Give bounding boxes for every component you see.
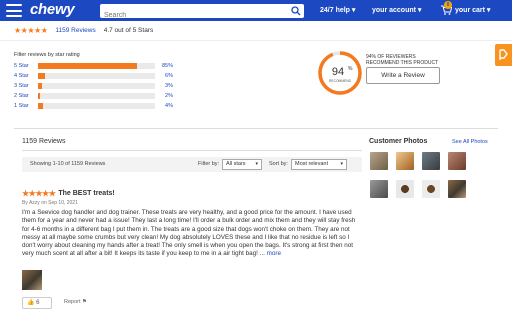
feedback-tab[interactable] <box>495 44 512 66</box>
showing-count: Showing 1-10 of 1159 Reviews <box>30 161 106 167</box>
star-filter-label[interactable]: 3 Star <box>14 83 38 89</box>
recommend-percent: 94 <box>332 66 344 78</box>
customer-photo[interactable] <box>396 180 414 198</box>
top-nav-bar: chewy 24/7 help ▾ your account ▾ 0 your … <box>0 0 512 23</box>
star-filter-bar[interactable] <box>38 93 155 99</box>
customer-photo[interactable] <box>422 152 440 170</box>
star-filter-percent: 2% <box>165 93 173 99</box>
star-filter-row[interactable]: 1 Star 4% <box>14 102 174 110</box>
chewy-logo[interactable]: chewy <box>30 1 75 18</box>
reviews-count-link[interactable]: 1159 Reviews <box>55 27 95 34</box>
recommend-label: RECOMMEND <box>329 79 352 83</box>
rating-stars: ★★★★★ <box>14 26 48 35</box>
recommend-text: 94% OF REVIEWERS RECOMMEND THIS PRODUCT <box>366 54 438 66</box>
flag-icon: ⚑ <box>82 299 87 305</box>
read-more-link[interactable]: more <box>267 250 281 257</box>
cart-link[interactable]: your cart ▾ <box>455 6 490 14</box>
customer-photo[interactable] <box>448 180 466 198</box>
review-text: I'm a Seevice dog handler and dog traine… <box>22 209 356 258</box>
star-filter-percent: 6% <box>165 73 173 79</box>
section-divider <box>14 128 498 129</box>
recommend-percent-sign: % <box>348 66 353 72</box>
filter-by-select[interactable]: All stars ▾ <box>222 159 262 170</box>
customer-photo[interactable] <box>396 152 414 170</box>
sort-by-select[interactable]: Most relevant ▾ <box>291 159 347 170</box>
star-filter-label[interactable]: 4 Star <box>14 73 38 79</box>
star-filter-bar[interactable] <box>38 83 155 89</box>
star-filter-percent: 3% <box>165 83 173 89</box>
review-byline: By Azzy on Sep 10, 2021 <box>22 200 78 206</box>
star-filter-label[interactable]: 2 Star <box>14 93 38 99</box>
reviews-divider <box>22 150 362 151</box>
recommend-line-2: RECOMMEND THIS PRODUCT <box>366 60 439 66</box>
rating-text: 4.7 out of 5 Stars <box>103 27 154 34</box>
feedback-icon <box>499 49 508 60</box>
search-icon[interactable] <box>291 6 301 16</box>
filter-by-value: All stars <box>226 161 246 167</box>
star-filter-row[interactable]: 2 Star 2% <box>14 92 174 100</box>
divider <box>0 40 512 41</box>
see-all-photos-link[interactable]: See All Photos <box>452 139 488 145</box>
sort-by-value: Most relevant <box>295 161 329 167</box>
star-filter-percent: 85% <box>161 63 173 69</box>
star-filter-label[interactable]: 1 Star <box>14 103 38 109</box>
review-stars: ★★★★★ <box>22 189 56 198</box>
filter-heading: Filter reviews by star rating <box>14 52 80 58</box>
filter-by-label: Filter by: <box>198 161 220 167</box>
star-filter-bar[interactable] <box>38 103 155 109</box>
review-title-row: ★★★★★ The BEST treats! <box>22 189 115 198</box>
reviews-heading: 1159 Reviews <box>22 138 66 145</box>
review-body: I'm a Seevice dog handler and dog traine… <box>22 209 360 259</box>
star-filter-row[interactable]: 4 Star 6% <box>14 72 174 80</box>
customer-photo[interactable] <box>422 180 440 198</box>
star-filter-fill <box>38 83 42 89</box>
star-filter-row[interactable]: 5 Star 85% <box>14 62 174 70</box>
star-filter-fill <box>38 93 41 99</box>
help-link[interactable]: 24/7 help ▾ <box>320 6 355 14</box>
report-link[interactable]: Report ⚑ <box>64 299 87 305</box>
sort-by-label: Sort by: <box>269 161 288 167</box>
chevron-down-icon: ▾ <box>255 161 258 167</box>
star-filter-row[interactable]: 3 Star 3% <box>14 82 174 90</box>
rating-summary: ★★★★★ 1159 Reviews 4.7 out of 5 Stars <box>14 26 153 35</box>
menu-icon[interactable] <box>6 4 22 17</box>
star-filter-bar[interactable] <box>38 63 155 69</box>
customer-photo[interactable] <box>370 180 388 198</box>
chevron-down-icon: ▾ <box>340 161 343 167</box>
search-input[interactable] <box>100 8 280 23</box>
thumbs-up-icon: 👍 <box>27 300 35 306</box>
helpful-count: 6 <box>36 300 40 306</box>
helpful-button[interactable]: 👍 6 <box>22 297 52 309</box>
star-filter-fill <box>38 103 43 109</box>
star-filter-percent: 4% <box>165 103 173 109</box>
recommend-ring: 94 % RECOMMEND <box>318 51 362 95</box>
write-review-button[interactable]: Write a Review <box>366 67 440 84</box>
cart-count-badge: 0 <box>444 1 452 9</box>
star-filter-label[interactable]: 5 Star <box>14 63 38 69</box>
account-link[interactable]: your account ▾ <box>372 6 421 14</box>
star-filter-bar[interactable] <box>38 73 155 79</box>
star-filter-fill <box>38 73 46 79</box>
review-title: The BEST treats! <box>58 190 115 197</box>
customer-photo[interactable] <box>448 152 466 170</box>
review-photo[interactable] <box>22 270 42 290</box>
reviews-toolbar: Showing 1-10 of 1159 Reviews Filter by: … <box>22 157 362 172</box>
customer-photo[interactable] <box>370 152 388 170</box>
star-filter-fill <box>38 63 138 69</box>
search-box[interactable] <box>100 4 304 23</box>
customer-photos-heading: Customer Photos <box>369 138 428 145</box>
